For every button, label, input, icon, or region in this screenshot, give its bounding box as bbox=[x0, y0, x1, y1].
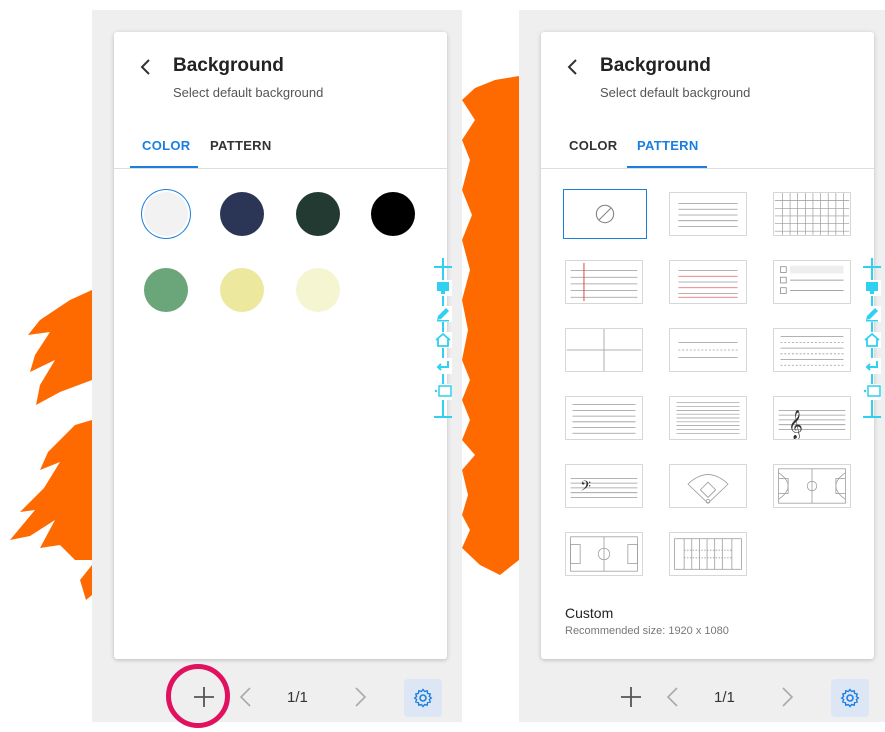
red-lines-pattern-icon bbox=[678, 270, 738, 298]
pattern-baseball-field[interactable] bbox=[669, 464, 747, 508]
screen-pattern-tab: Background Select default background COL… bbox=[519, 10, 885, 722]
pattern-none[interactable] bbox=[563, 189, 647, 239]
toolbar-cap-top bbox=[434, 266, 452, 268]
settings-gear-icon bbox=[413, 688, 433, 708]
color-swatch-black[interactable] bbox=[371, 192, 415, 236]
panel-subtitle: Select default background bbox=[173, 85, 324, 100]
tab-color[interactable]: COLOR bbox=[569, 138, 617, 153]
pattern-quadrants[interactable] bbox=[565, 328, 643, 372]
color-swatch-navy[interactable] bbox=[220, 192, 264, 236]
custom-size-note: Recommended size: 1920 x 1080 bbox=[565, 625, 729, 637]
pattern-checklist[interactable] bbox=[773, 260, 851, 304]
tab-pattern[interactable]: PATTERN bbox=[637, 138, 699, 153]
narrow-lines-pattern-icon bbox=[676, 402, 740, 434]
page-indicator: 1/1 bbox=[287, 689, 308, 706]
settings-button[interactable] bbox=[404, 679, 442, 717]
settings-button[interactable] bbox=[831, 679, 869, 717]
pattern-notebook-red-margin[interactable] bbox=[565, 260, 643, 304]
tab-divider bbox=[114, 168, 447, 169]
page-indicator: 1/1 bbox=[714, 689, 735, 706]
pen-icon[interactable] bbox=[434, 306, 452, 322]
color-swatch-green[interactable] bbox=[144, 268, 188, 312]
panel-title: Background bbox=[600, 55, 711, 76]
add-page-plus-icon[interactable] bbox=[620, 686, 642, 708]
settings-gear-icon bbox=[840, 688, 860, 708]
tab-color[interactable]: COLOR bbox=[142, 138, 190, 153]
color-swatch-cream[interactable] bbox=[296, 268, 340, 312]
dashed-lines-small-pattern-icon bbox=[780, 336, 844, 366]
custom-section-title: Custom bbox=[565, 605, 614, 621]
pq-icon[interactable] bbox=[863, 384, 881, 400]
pattern-football-field[interactable] bbox=[669, 532, 747, 576]
tab-pattern[interactable]: PATTERN bbox=[210, 138, 272, 153]
chevron-left-icon[interactable] bbox=[665, 686, 679, 708]
pattern-treble-clef-staff[interactable]: 𝄞 bbox=[773, 396, 851, 440]
pattern-lines[interactable] bbox=[669, 192, 747, 236]
toolbar-cap-bottom bbox=[863, 416, 881, 418]
chevron-right-icon[interactable] bbox=[354, 686, 368, 708]
treble-clef-icon: 𝄞 bbox=[778, 409, 846, 439]
pen-icon[interactable] bbox=[863, 306, 881, 322]
toolbar-cap-top bbox=[863, 266, 881, 268]
dashed-lines-pattern-icon bbox=[678, 341, 738, 359]
pattern-dashed-lines[interactable] bbox=[669, 328, 747, 372]
bottom-toolbar: 1/1 bbox=[92, 674, 462, 722]
back-icon[interactable] bbox=[565, 58, 581, 76]
svg-text:𝄢: 𝄢 bbox=[580, 479, 591, 499]
bass-clef-icon: 𝄢 bbox=[570, 477, 638, 499]
floating-toolbar bbox=[433, 258, 455, 418]
pattern-bass-clef-staff[interactable]: 𝄢 bbox=[565, 464, 643, 508]
home-icon[interactable] bbox=[863, 332, 881, 348]
highlight-ring bbox=[166, 664, 230, 728]
grid-pattern-icon bbox=[774, 193, 850, 235]
bottom-toolbar: 1/1 bbox=[519, 674, 885, 722]
checklist-pattern-icon bbox=[780, 265, 844, 294]
background-panel: Background Select default background COL… bbox=[114, 32, 447, 659]
chevron-left-icon[interactable] bbox=[238, 686, 252, 708]
display-icon[interactable] bbox=[863, 280, 881, 296]
pattern-dashed-lines-small[interactable] bbox=[773, 328, 851, 372]
svg-text:𝄞: 𝄞 bbox=[788, 409, 803, 439]
color-swatch-light-gray[interactable] bbox=[144, 192, 188, 236]
panel-title: Background bbox=[173, 55, 284, 76]
football-field-icon bbox=[674, 538, 742, 570]
pattern-narrow-lines[interactable] bbox=[669, 396, 747, 440]
basketball-court-icon bbox=[778, 468, 846, 504]
pattern-grid[interactable] bbox=[773, 192, 851, 236]
panel-subtitle: Select default background bbox=[600, 85, 751, 100]
wide-lines-pattern-icon bbox=[572, 404, 636, 434]
pattern-soccer-field[interactable] bbox=[565, 532, 643, 576]
background-panel: Background Select default background COL… bbox=[541, 32, 874, 659]
toolbar-cap-bottom bbox=[434, 416, 452, 418]
baseball-field-icon bbox=[687, 474, 729, 504]
pattern-basketball-court[interactable] bbox=[773, 464, 851, 508]
chevron-right-icon[interactable] bbox=[781, 686, 795, 708]
quadrants-pattern-icon bbox=[566, 329, 642, 371]
display-icon[interactable] bbox=[434, 280, 452, 296]
color-swatch-yellow[interactable] bbox=[220, 268, 264, 312]
undo-icon[interactable] bbox=[863, 358, 881, 374]
pattern-wide-lines[interactable] bbox=[565, 396, 643, 440]
pq-icon[interactable] bbox=[434, 384, 452, 400]
undo-icon[interactable] bbox=[434, 358, 452, 374]
back-icon[interactable] bbox=[138, 58, 154, 76]
lines-pattern-icon bbox=[678, 203, 738, 227]
notebook-pattern-icon bbox=[570, 262, 638, 302]
floating-toolbar-right bbox=[862, 258, 884, 418]
home-icon[interactable] bbox=[434, 332, 452, 348]
no-pattern-icon bbox=[595, 204, 615, 224]
soccer-field-icon bbox=[570, 536, 638, 572]
pattern-red-lines[interactable] bbox=[669, 260, 747, 304]
screen-color-tab: Background Select default background COL… bbox=[92, 10, 462, 722]
tab-divider bbox=[541, 168, 874, 169]
color-swatch-dark-green[interactable] bbox=[296, 192, 340, 236]
